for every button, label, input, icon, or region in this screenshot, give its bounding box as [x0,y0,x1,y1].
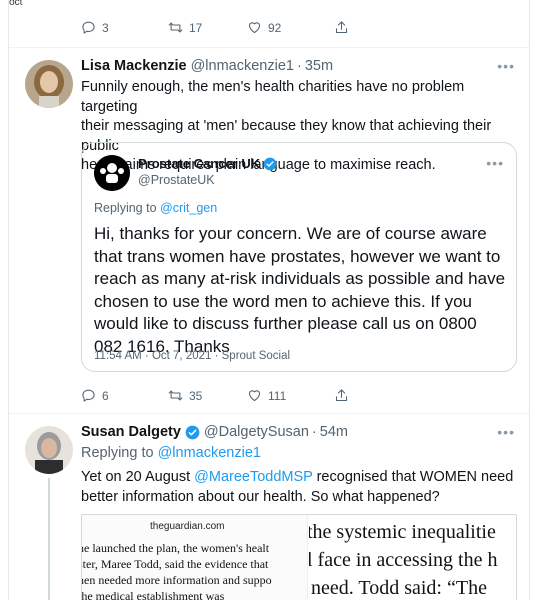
tweet-text-segment: recognised that WOMEN need [312,469,514,485]
thread-line [48,478,50,600]
reply-button[interactable]: 3 [81,20,109,35]
replying-to-label: Replying to [81,445,158,461]
retweet-icon [168,22,183,33]
reply-count: 6 [102,388,109,403]
tweet-text: Yet on 20 August @MareeToddMSP recognise… [81,468,521,507]
article-headline-line: need. Todd said: “The [311,577,487,599]
replying-to: Replying to @lnmackenzie1 [81,444,261,464]
article-snippet-line: ster, Maree Todd, said the evidence that [81,557,269,571]
quoted-author-handle[interactable]: @ProstateUK [138,173,215,187]
article-snippet-line: nen needed more information and suppo [81,573,272,587]
avatar[interactable] [25,60,73,108]
like-count: 92 [268,20,282,35]
like-button[interactable]: 92 [247,20,281,35]
article-headline-line: the systemic inequalitie [309,521,496,543]
quoted-text-line: that trans women have prostates, however… [94,246,501,266]
separator-dot: · [296,58,302,74]
share-button[interactable] [334,20,349,35]
article-image-card[interactable]: theguardian.com ne launched the plan, th… [81,514,517,600]
quoted-more-options-button[interactable]: ••• [486,155,504,171]
quoted-text-line: would like to discuss further please cal… [94,314,477,333]
verified-badge-icon [185,425,200,439]
timeline: Foct 3 17 92 Lisa Mack [8,0,530,600]
cropped-date-fragment: Foct [9,0,23,8]
heart-icon [248,22,261,34]
quoted-tweet-text: Hi, thanks for your concern. We are of c… [94,223,514,358]
heart-icon [248,390,261,402]
quoted-tweet-meta[interactable]: 11:54 AM · Oct 7, 2021 · Sprout Social [94,350,290,362]
tweet-text-line: Yet on 20 August @MareeToddMSP recognise… [81,468,521,488]
share-button[interactable] [334,388,349,403]
author-name[interactable]: Lisa Mackenzie [81,58,187,74]
tweet-text-line: better information about our health. So … [81,488,440,505]
verified-badge-icon [263,157,277,170]
retweet-button[interactable]: 17 [168,20,202,35]
quoted-avatar[interactable] [94,155,130,191]
quoted-text-line: chosen to use the word men to achieve th… [94,291,472,311]
quoted-replying-to: Replying to @crit_gen [94,201,217,215]
retweet-button[interactable]: 35 [168,388,202,403]
reply-count: 3 [102,20,109,35]
tweet-text-segment: Yet on 20 August [81,469,195,485]
reply-icon [82,21,95,34]
like-button[interactable]: 111 [247,388,286,403]
quoted-author-name[interactable]: Prostate Cancer UK [138,156,260,171]
reply-button[interactable]: 6 [81,388,109,403]
retweet-count: 35 [189,388,203,403]
author-handle[interactable]: @lnmackenzie1 [191,58,294,74]
tweet-lisa-mackenzie[interactable]: Lisa Mackenzie @lnmackenzie1 · 35m ••• F… [9,48,529,412]
article-snippet-line: the medical establishment was [81,589,225,600]
quoted-text-line: reach as many at-risk individuals as pos… [94,269,506,288]
tweet-susan-dalgety[interactable]: Susan Dalgety @DalgetySusan · 54m ••• Re… [9,414,529,600]
tweet-actions: 6 35 111 [81,388,361,404]
author-name[interactable]: Susan Dalgety [81,424,181,440]
reply-icon [82,389,95,402]
author-row: Susan Dalgety @DalgetySusan · 54m [81,424,348,440]
previous-tweet-actions: 3 17 92 [81,20,361,36]
replying-to-mention[interactable]: @lnmackenzie1 [158,445,261,461]
article-headline-line: l face in accessing the h [309,549,498,571]
share-icon [335,21,348,34]
timestamp[interactable]: 35m [305,58,333,74]
author-handle[interactable]: @DalgetySusan [204,424,309,440]
mention-link[interactable]: @MareeToddMSP [194,469,312,485]
separator-dot: · [311,424,317,440]
author-row: Lisa Mackenzie @lnmackenzie1 · 35m [81,58,333,74]
more-options-button[interactable]: ••• [497,424,515,440]
more-options-button[interactable]: ••• [497,58,515,74]
card-domain: theguardian.com [150,521,225,532]
retweet-count: 17 [189,20,203,35]
timestamp[interactable]: 54m [320,424,348,440]
tweet-text-line: Funnily enough, the men's health chariti… [81,79,465,115]
card-right-panel: the systemic inequalitie l face in acces… [309,515,516,600]
quoted-text-line: Hi, thanks for your concern. We are of c… [94,224,487,243]
like-count: 111 [268,388,287,403]
retweet-icon [168,390,183,401]
card-left-panel: theguardian.com ne launched the plan, th… [82,515,308,600]
share-icon [335,389,348,402]
quoted-author-row: Prostate Cancer UK [138,156,277,171]
article-snippet-line: ne launched the plan, the women's healt [81,541,270,555]
quoted-tweet[interactable]: Prostate Cancer UK @ProstateUK ••• Reply… [81,142,517,372]
replying-to-mention[interactable]: @crit_gen [160,201,217,215]
replying-to-label: Replying to [94,201,161,215]
avatar[interactable] [25,426,73,474]
